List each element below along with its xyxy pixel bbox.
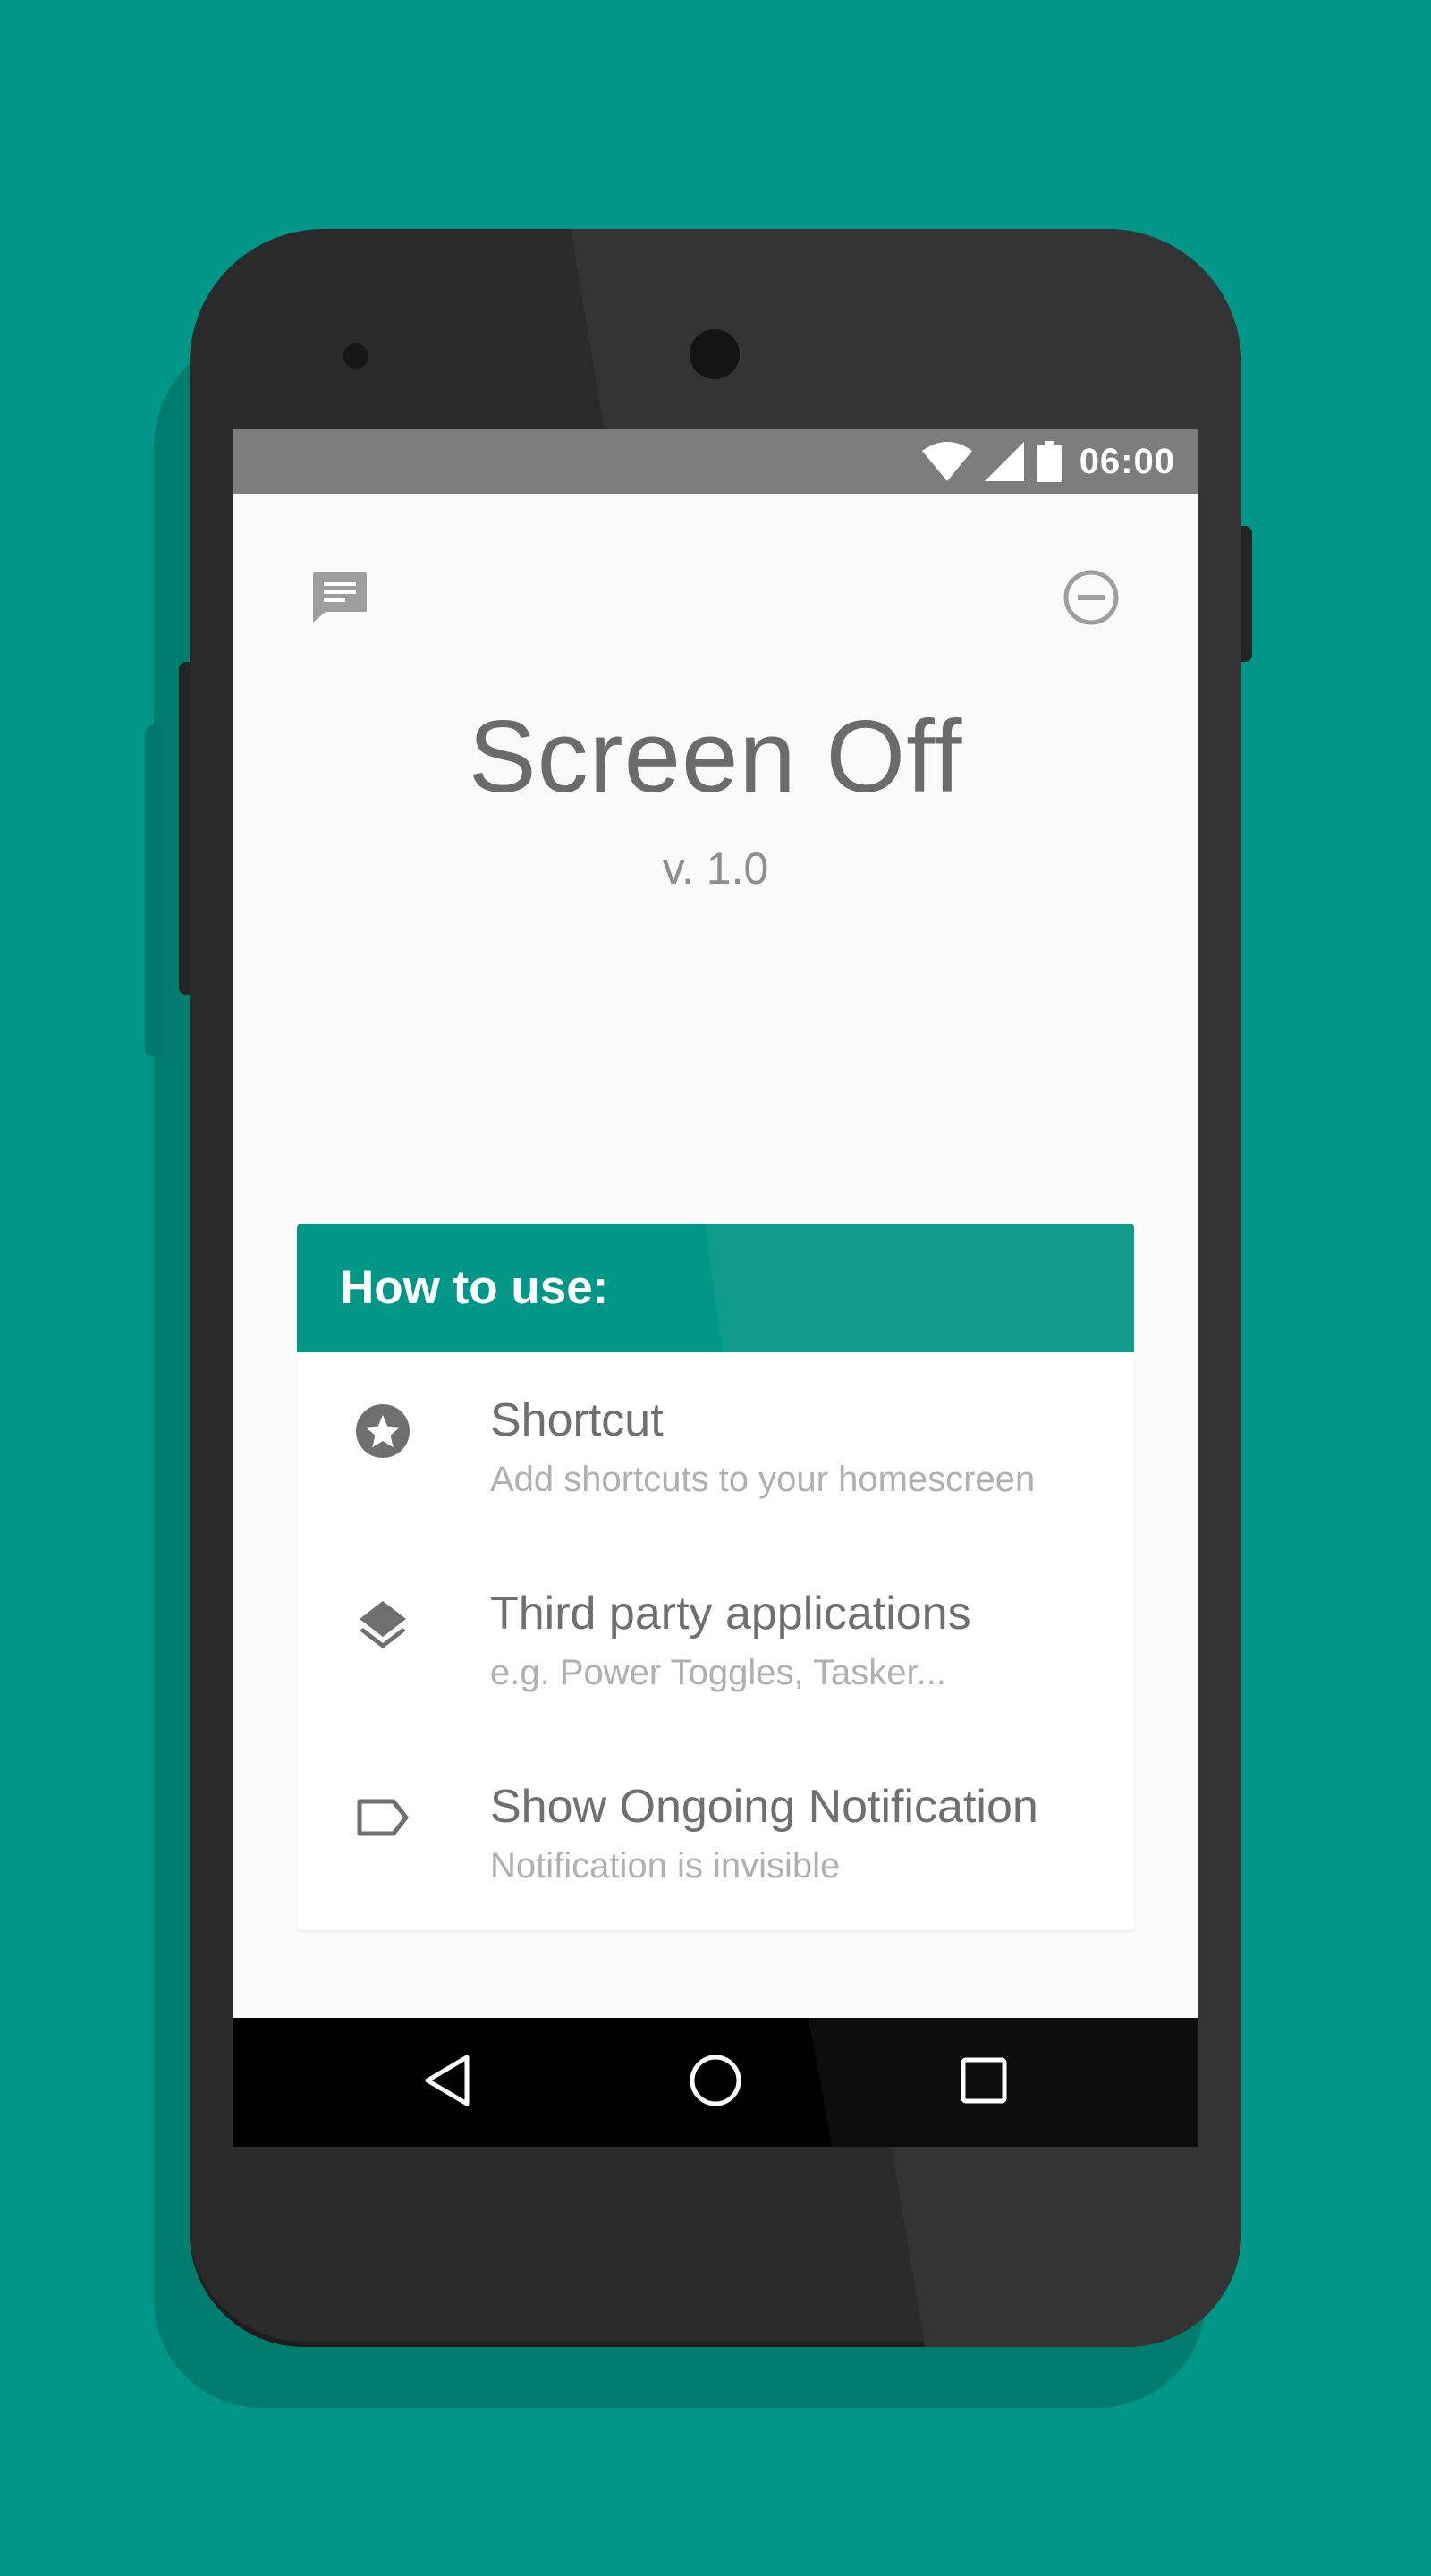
feedback-button[interactable] — [304, 564, 376, 635]
phone-screen: 06:00 Screen Off v. 1.0 How to use: Shor… — [233, 429, 1198, 2147]
card-title: How to use: — [340, 1261, 609, 1314]
list-item-subtitle: Add shortcuts to your homescreen — [490, 1460, 1036, 1499]
app-title: Screen Off — [468, 700, 963, 814]
layers-icon — [351, 1592, 415, 1657]
back-icon — [422, 2054, 472, 2112]
minus-circle-icon — [1063, 569, 1120, 631]
home-icon — [689, 2054, 742, 2112]
message-icon — [311, 571, 368, 629]
card-header-sheen — [705, 1224, 1134, 1352]
proximity-sensor — [343, 343, 368, 369]
list-item-subtitle: e.g. Power Toggles, Tasker... — [490, 1653, 946, 1692]
recents-button[interactable] — [948, 2046, 1020, 2118]
list-item-title: Show Ongoing Notification — [490, 1781, 1038, 1833]
side-button-shadow — [145, 724, 163, 1057]
list-item-shortcut[interactable]: Shortcut Add shortcuts to your homescree… — [297, 1352, 1134, 1546]
recents-icon — [961, 2057, 1007, 2108]
list-item-third-party[interactable]: Third party applications e.g. Power Togg… — [297, 1546, 1134, 1739]
cell-signal-icon — [984, 442, 1024, 481]
card-header: How to use: — [297, 1224, 1134, 1352]
how-to-use-card: How to use: Shortcut Add shortcuts to yo… — [297, 1224, 1134, 1930]
list-item-notification[interactable]: Show Ongoing Notification Notification i… — [297, 1739, 1134, 1930]
battery-icon — [1036, 441, 1062, 482]
home-button[interactable] — [680, 2046, 751, 2118]
back-button[interactable] — [411, 2046, 483, 2118]
list-item-subtitle: Notification is invisible — [490, 1846, 841, 1885]
navigation-bar — [233, 2018, 1198, 2147]
list-item-title: Third party applications — [490, 1588, 971, 1640]
power-button — [1240, 526, 1252, 662]
status-clock: 06:00 — [1079, 441, 1175, 481]
disable-button[interactable] — [1055, 564, 1127, 635]
app-version: v. 1.0 — [662, 843, 769, 894]
front-camera — [690, 329, 740, 379]
list-item-title: Shortcut — [490, 1394, 664, 1446]
status-bar: 06:00 — [233, 429, 1198, 494]
wifi-icon — [921, 442, 972, 481]
star-circle-icon — [351, 1399, 415, 1463]
label-outline-icon — [351, 1785, 415, 1850]
